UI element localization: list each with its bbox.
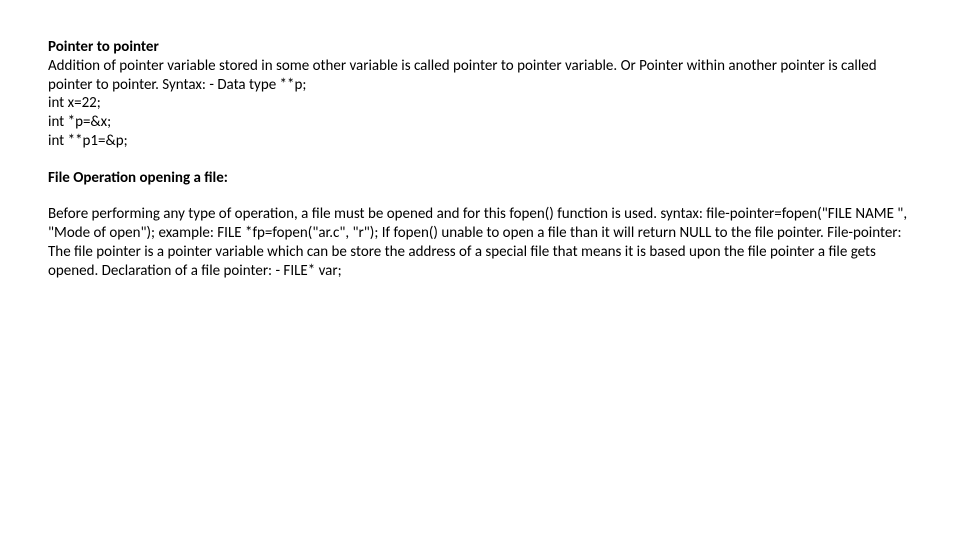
section-file-operation-body: Before performing any type of operation,… — [48, 205, 910, 280]
code-line-1: int x=22; — [48, 94, 910, 113]
code-line-3: int **p1=&p; — [48, 132, 910, 151]
heading-pointer-to-pointer: Pointer to pointer — [48, 38, 910, 57]
section-pointer-to-pointer: Pointer to pointer Addition of pointer v… — [48, 38, 910, 151]
code-line-2: int *p=&x; — [48, 113, 910, 132]
section-file-operation-heading: File Operation opening a file: — [48, 169, 910, 188]
heading-file-operation: File Operation opening a file: — [48, 169, 228, 187]
paragraph-file-operation: Before performing any type of operation,… — [48, 205, 907, 279]
document-page: Pointer to pointer Addition of pointer v… — [0, 0, 960, 280]
paragraph-pointer-to-pointer: Addition of pointer variable stored in s… — [48, 57, 877, 94]
